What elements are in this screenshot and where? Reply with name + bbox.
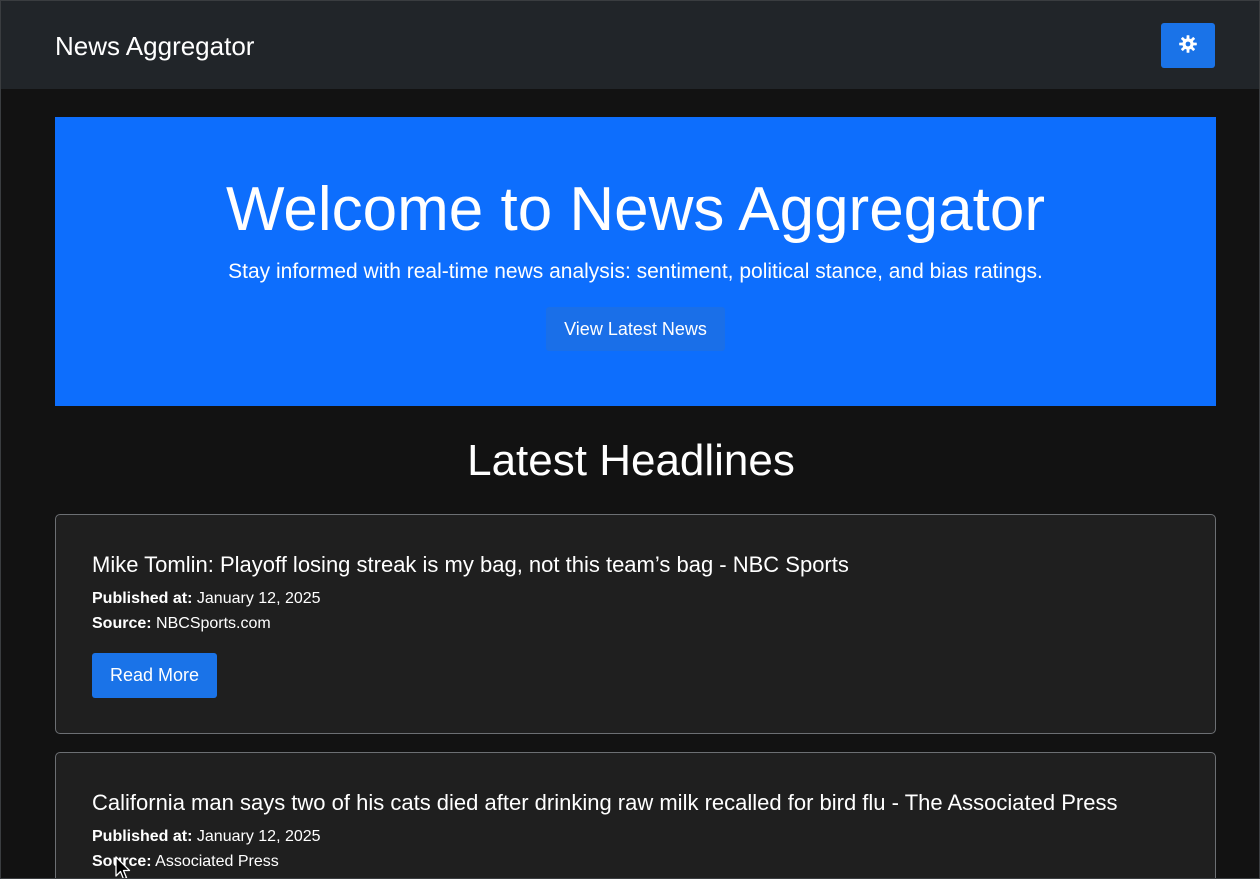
hero-title: Welcome to News Aggregator (225, 175, 1046, 244)
source-label: Source: (92, 615, 152, 632)
source-value: NBCSports.com (156, 615, 271, 632)
brand-link[interactable]: News Aggregator (55, 31, 254, 61)
published-value: January 12, 2025 (196, 590, 321, 607)
published-date: Published at: January 12, 2025 (92, 827, 321, 847)
mouse-pointer-icon (115, 856, 131, 878)
published-date: Published at: January 12, 2025 (92, 589, 321, 609)
latest-headlines-title: Latest Headlines (467, 436, 795, 485)
theme-toggle-button[interactable] (1161, 23, 1215, 68)
source-value: Associated Press (155, 853, 279, 870)
published-value: January 12, 2025 (196, 828, 321, 845)
navbar: News Aggregator (1, 1, 1259, 89)
published-label: Published at: (92, 828, 193, 845)
gear-icon (1178, 34, 1198, 57)
article-source: Source: NBCSports.com (92, 614, 271, 634)
hero-subtitle: Stay informed with real-time news analys… (228, 260, 1043, 283)
hero-banner: Welcome to News Aggregator Stay informed… (55, 117, 1216, 406)
article-title: California man says two of his cats died… (92, 790, 1118, 815)
browser-viewport: News Aggregator Welcome to News Aggregat… (0, 0, 1260, 879)
news-card: California man says two of his cats died… (55, 752, 1216, 878)
read-more-button[interactable]: Read More (92, 653, 217, 698)
article-title: Mike Tomlin: Playoff losing streak is my… (92, 552, 849, 577)
view-latest-news-button[interactable]: View Latest News (546, 307, 725, 351)
news-card: Mike Tomlin: Playoff losing streak is my… (55, 514, 1216, 734)
published-label: Published at: (92, 590, 193, 607)
